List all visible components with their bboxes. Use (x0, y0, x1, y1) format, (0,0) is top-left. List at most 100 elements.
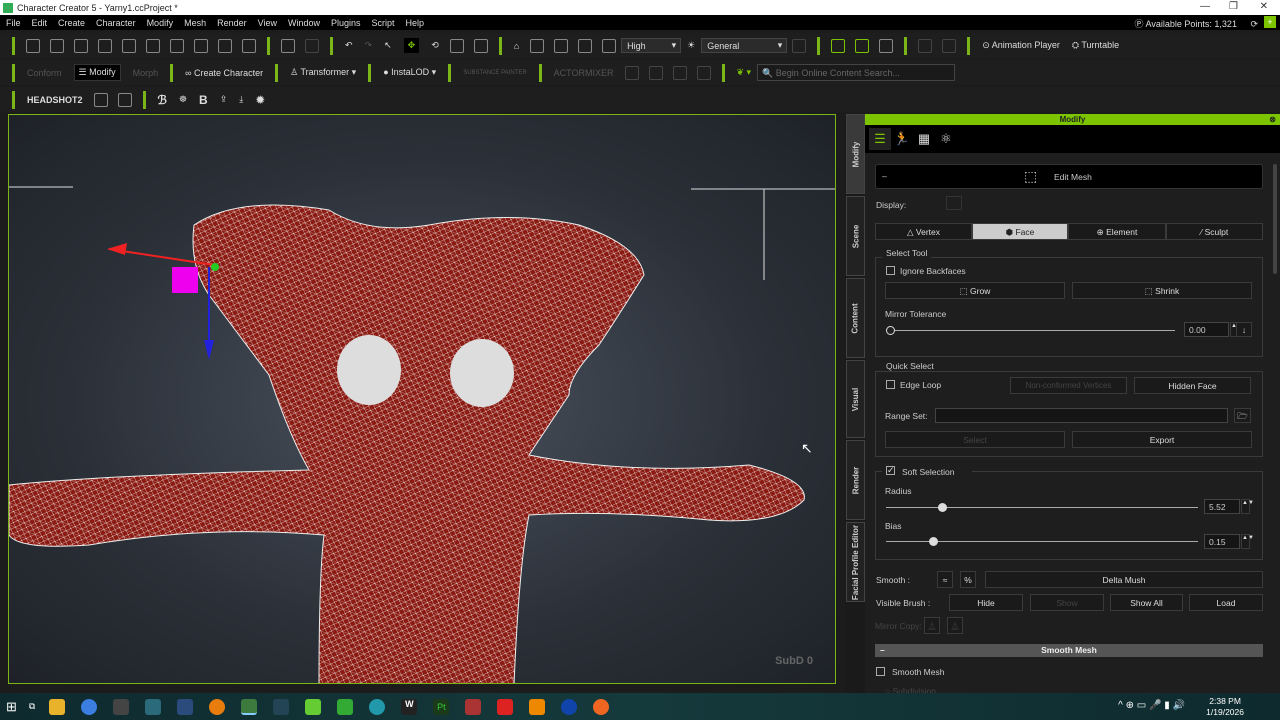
pose-icon[interactable] (305, 38, 319, 53)
content-store-icon[interactable]: ❦ ▾ (737, 67, 752, 78)
headshot-photo-icon[interactable] (93, 92, 108, 107)
add-points-button[interactable]: + (1264, 16, 1276, 28)
system-tray-icons[interactable]: ^ ⊕ ▭ 🎤 ▮ 🔊 (1118, 700, 1185, 711)
slider-knob[interactable] (928, 537, 938, 546)
edge-loop-checkbox[interactable] (886, 380, 895, 389)
tab-facial-profile-editor[interactable]: Facial Profile Editor (846, 522, 865, 602)
smooth-wave-icon[interactable]: ≈ (937, 571, 953, 588)
start-icon[interactable]: ⊞ (6, 699, 17, 715)
tab-content[interactable]: Content (846, 278, 865, 358)
select-button[interactable]: Select (885, 431, 1065, 448)
mirror-copy-left-icon[interactable]: ⏅ (924, 617, 940, 634)
flag-icon[interactable] (942, 38, 957, 53)
ignore-backfaces-checkbox[interactable] (886, 266, 895, 275)
bone-icon[interactable] (831, 38, 846, 53)
blender-icon[interactable] (209, 698, 226, 715)
screenshot-icon[interactable] (242, 38, 256, 53)
undo-icon[interactable]: ↶ (345, 40, 353, 51)
bias-input[interactable]: 0.15 (1204, 534, 1240, 549)
select-arrow-icon[interactable]: ↖ (384, 40, 392, 51)
turntable-button[interactable]: ⛭ Turntable (1072, 40, 1119, 51)
show-button[interactable]: Show (1030, 594, 1104, 611)
radius-spin-buttons[interactable]: ▲▼ (1241, 499, 1254, 514)
tab-visual[interactable]: Visual (846, 360, 865, 438)
daz-studio-icon[interactable] (113, 698, 130, 715)
mode-vertex[interactable]: △ Vertex (875, 223, 972, 240)
shrink-button[interactable]: ⬚ Shrink (1072, 282, 1252, 299)
non-conformed-vertices-button[interactable]: Non-conformed Vertices (1010, 377, 1127, 394)
import-character-icon[interactable] (122, 38, 136, 53)
fit-icon[interactable] (530, 38, 545, 53)
export-fbx-icon[interactable] (170, 38, 184, 53)
mirror-apply-icon[interactable]: ↓ (1236, 322, 1252, 337)
cubes-icon[interactable] (879, 38, 894, 53)
quality-dropdown[interactable]: High (621, 38, 682, 53)
app-icon[interactable] (465, 698, 482, 715)
menu-mesh[interactable]: Mesh (184, 18, 206, 28)
orbit-icon[interactable] (578, 38, 593, 53)
instalod-button[interactable]: ● InstaLOD ▾ (383, 67, 436, 78)
collapse-icon[interactable]: – (882, 171, 887, 181)
mirror-tolerance-input[interactable]: 0.00 (1184, 322, 1229, 337)
mirror-copy-right-icon[interactable]: ⏅ (947, 617, 963, 634)
actormixer-button[interactable]: ACTORMIXER (554, 68, 614, 78)
gear-x-icon[interactable] (672, 65, 687, 80)
redo-icon[interactable]: ↷ (365, 40, 373, 51)
app-icon[interactable] (145, 698, 162, 715)
file-explorer-icon[interactable] (49, 698, 66, 715)
load-button[interactable]: Load (1189, 594, 1263, 611)
motion-icon[interactable]: 🏃 (891, 128, 913, 150)
tab-scene[interactable]: Scene (846, 196, 865, 276)
blender-bridge-icon[interactable]: ℬ (158, 93, 167, 107)
task-view-icon[interactable]: ⧉ (29, 701, 35, 712)
settings-gear-icon[interactable]: ✹ (255, 93, 265, 107)
available-points[interactable]: Ⓟ Available Points: 1,321 ⟳ (1135, 17, 1258, 30)
bone-add-icon[interactable] (855, 38, 870, 53)
display-icon[interactable] (792, 38, 807, 53)
open-folder-icon[interactable] (50, 38, 64, 53)
menu-plugins[interactable]: Plugins (331, 18, 361, 28)
conform-button[interactable]: Conform (27, 68, 62, 78)
sliders-icon[interactable]: ☰ (869, 128, 891, 150)
create-character-button[interactable]: ∞ Create Character (185, 68, 263, 78)
smooth-percent-icon[interactable]: % (960, 571, 976, 588)
menu-help[interactable]: Help (406, 18, 425, 28)
checker-texture-icon[interactable]: ▦ (913, 128, 935, 150)
menu-edit[interactable]: Edit (32, 18, 48, 28)
menu-file[interactable]: File (6, 18, 21, 28)
upload-icon[interactable]: ⇪ (220, 94, 228, 105)
move-tool-icon[interactable]: ✥ (403, 38, 420, 53)
app-icon[interactable] (561, 698, 578, 715)
collapse-icon[interactable]: – (880, 644, 885, 657)
menu-script[interactable]: Script (372, 18, 395, 28)
menu-view[interactable]: View (258, 18, 277, 28)
smooth-mesh-header[interactable]: – Smooth Mesh (875, 644, 1263, 657)
clock[interactable]: 2:38 PM 1/19/2026 (1206, 696, 1244, 718)
slider-knob[interactable] (886, 326, 895, 335)
soft-selection-checkbox[interactable]: ✓ (886, 466, 895, 475)
mode-sculpt[interactable]: ⁄ Sculpt (1166, 223, 1263, 240)
grow-button[interactable]: ⬚ Grow (885, 282, 1065, 299)
character-creator-icon[interactable] (241, 698, 258, 715)
sync-icon[interactable] (648, 65, 663, 80)
hidden-face-button[interactable]: Hidden Face (1134, 377, 1251, 394)
transformer-button[interactable]: ♙ Transformer ▾ (290, 67, 356, 78)
import-icon[interactable] (98, 38, 112, 53)
brain-icon[interactable]: ☸ (179, 94, 187, 105)
show-all-button[interactable]: Show All (1110, 594, 1183, 611)
frame-icon[interactable] (554, 38, 569, 53)
atom-icon[interactable]: ⚛ (935, 128, 957, 150)
radius-slider[interactable] (886, 503, 1198, 512)
menu-character[interactable]: Character (96, 18, 136, 28)
folder-icon[interactable]: 🗁 (1234, 408, 1251, 423)
minimize-button[interactable]: — (1200, 1, 1210, 12)
app-icon[interactable] (497, 698, 514, 715)
morph-button[interactable]: Morph (133, 68, 159, 78)
close-button[interactable]: ✕ (1260, 1, 1268, 12)
range-set-input[interactable] (935, 408, 1228, 423)
menu-create[interactable]: Create (58, 18, 85, 28)
substance-painter-button[interactable]: SUBSTANCE PAINTER (463, 70, 526, 76)
pivot-icon[interactable] (473, 38, 488, 53)
panel-close-icon[interactable]: ⊗ (1269, 114, 1276, 125)
mode-face[interactable]: ⬢ Face (972, 223, 1068, 240)
